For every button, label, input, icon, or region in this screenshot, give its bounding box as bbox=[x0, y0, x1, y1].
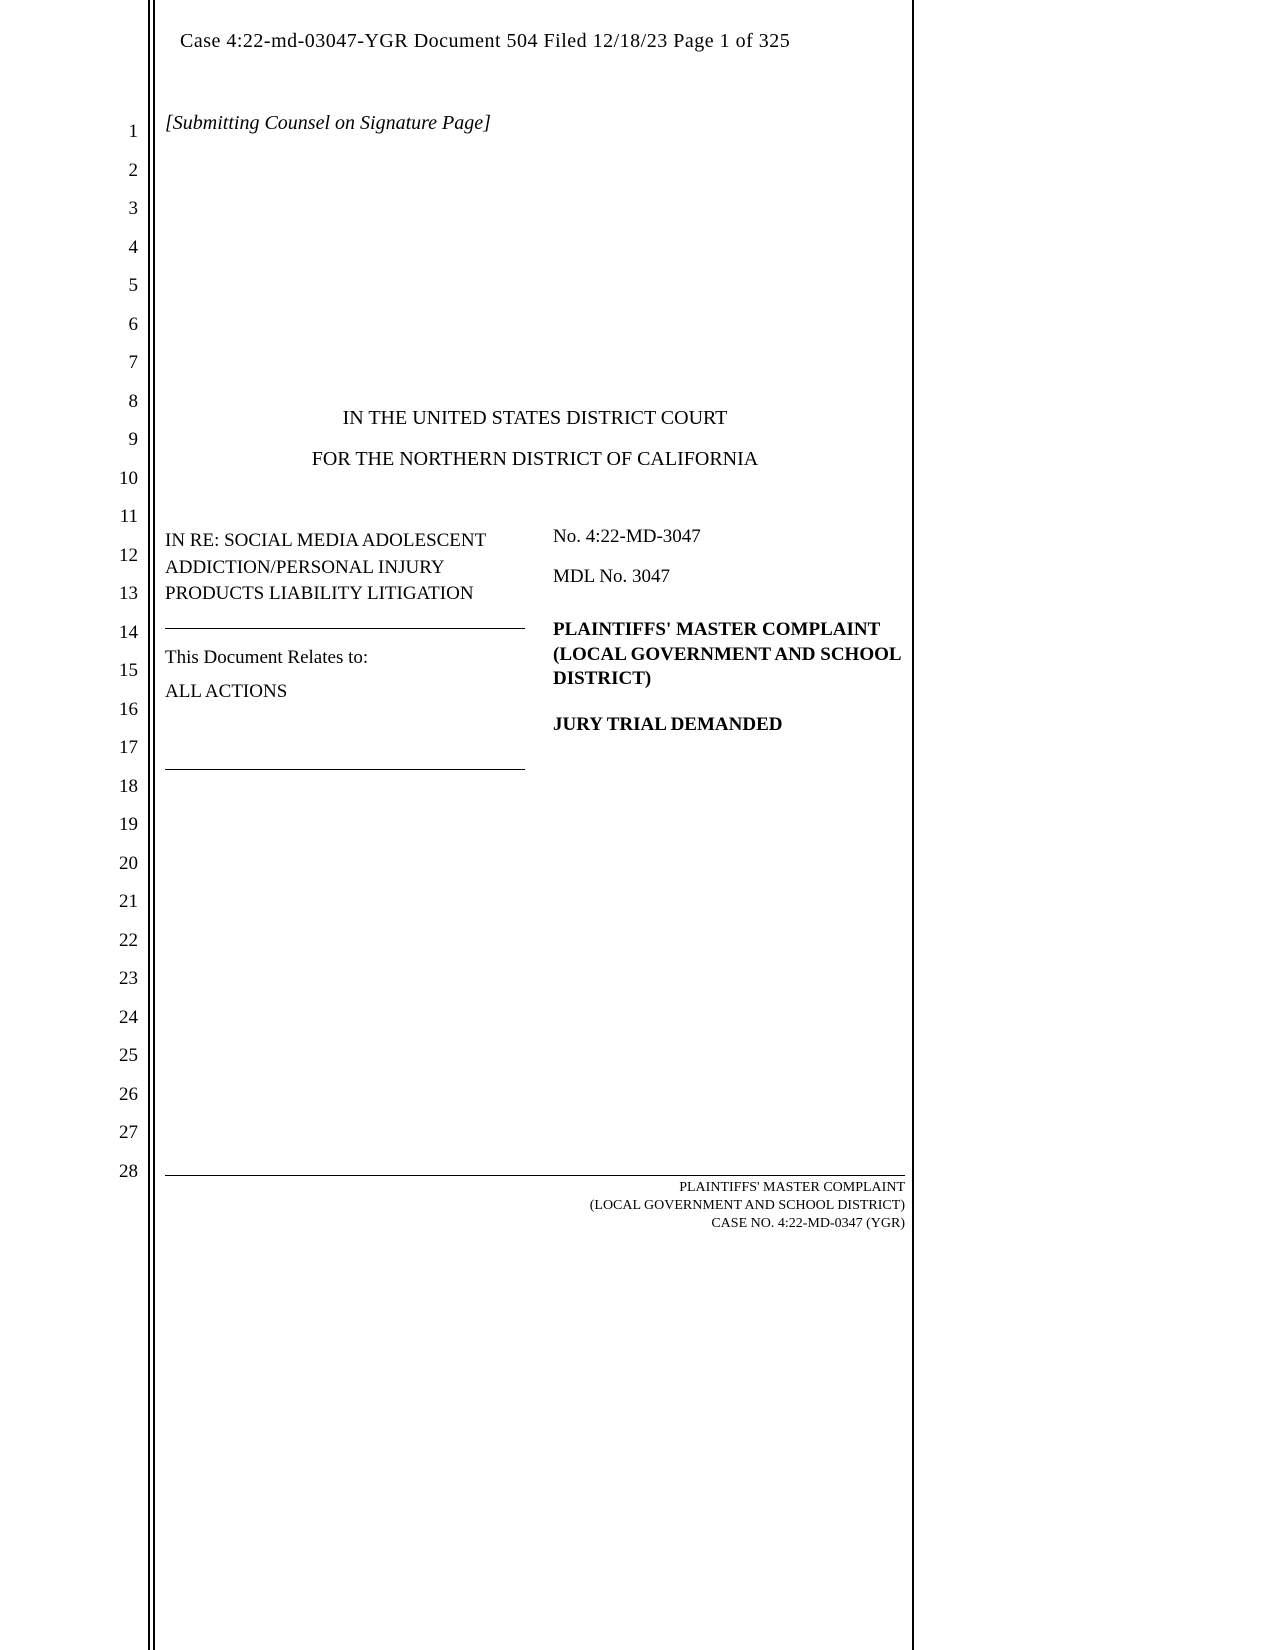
line-number: 4 bbox=[108, 229, 138, 268]
line-number: 11 bbox=[108, 498, 138, 537]
line-number: 21 bbox=[108, 883, 138, 922]
line-number: 15 bbox=[108, 652, 138, 691]
line-number: 27 bbox=[108, 1114, 138, 1153]
caption-left: IN RE: SOCIAL MEDIA ADOLESCENT ADDICTION… bbox=[165, 526, 535, 770]
line-number: 18 bbox=[108, 768, 138, 807]
line-number: 10 bbox=[108, 460, 138, 499]
relates-value: ALL ACTIONS bbox=[165, 675, 525, 709]
line-numbers: 1 2 3 4 5 6 7 8 9 10 11 12 13 14 15 16 1… bbox=[108, 113, 138, 1191]
line-number: 24 bbox=[108, 999, 138, 1038]
margin-line-right bbox=[912, 0, 914, 1650]
content-area: [Submitting Counsel on Signature Page] I… bbox=[165, 110, 905, 770]
line-number: 13 bbox=[108, 575, 138, 614]
line-number: 6 bbox=[108, 306, 138, 345]
footer: PLAINTIFFS' MASTER COMPLAINT (LOCAL GOVE… bbox=[165, 1175, 905, 1234]
line-number: 22 bbox=[108, 922, 138, 961]
line-number: 23 bbox=[108, 960, 138, 999]
court-line2: FOR THE NORTHERN DISTRICT OF CALIFORNIA bbox=[165, 448, 905, 471]
page: Case 4:22-md-03047-YGR Document 504 File… bbox=[0, 0, 1275, 1650]
mdl-no: MDL No. 3047 bbox=[553, 566, 905, 588]
complaint-title-line2: (LOCAL GOVERNMENT AND SCHOOL DISTRICT) bbox=[553, 643, 905, 692]
line-number: 5 bbox=[108, 267, 138, 306]
line-number: 19 bbox=[108, 806, 138, 845]
line-number: 17 bbox=[108, 729, 138, 768]
line-number: 28 bbox=[108, 1153, 138, 1192]
relates-box: This Document Relates to: ALL ACTIONS bbox=[165, 629, 525, 770]
court-line1: IN THE UNITED STATES DISTRICT COURT bbox=[165, 407, 905, 430]
line-number: 2 bbox=[108, 152, 138, 191]
line-number: 20 bbox=[108, 845, 138, 884]
line-number: 26 bbox=[108, 1076, 138, 1115]
line-number: 12 bbox=[108, 537, 138, 576]
caption-right: No. 4:22-MD-3047 MDL No. 3047 PLAINTIFFS… bbox=[535, 526, 905, 770]
footer-line3: CASE NO. 4:22-MD-0347 (YGR) bbox=[165, 1215, 905, 1233]
line-number: 7 bbox=[108, 344, 138, 383]
footer-line2: (LOCAL GOVERNMENT AND SCHOOL DISTRICT) bbox=[165, 1197, 905, 1215]
line-number: 1 bbox=[108, 113, 138, 152]
margin-line-outer bbox=[148, 0, 150, 1650]
line-number: 14 bbox=[108, 614, 138, 653]
jury-demand: JURY TRIAL DEMANDED bbox=[553, 714, 905, 736]
caption-table: IN RE: SOCIAL MEDIA ADOLESCENT ADDICTION… bbox=[165, 526, 905, 770]
line-number: 8 bbox=[108, 383, 138, 422]
footer-line1: PLAINTIFFS' MASTER COMPLAINT bbox=[165, 1179, 905, 1197]
line-number: 16 bbox=[108, 691, 138, 730]
line-number: 25 bbox=[108, 1037, 138, 1076]
complaint-title-line1: PLAINTIFFS' MASTER COMPLAINT bbox=[553, 618, 905, 643]
case-name: IN RE: SOCIAL MEDIA ADOLESCENT ADDICTION… bbox=[165, 526, 525, 629]
margin-line-inner bbox=[153, 0, 155, 1650]
relates-label: This Document Relates to: bbox=[165, 641, 525, 675]
counsel-note: [Submitting Counsel on Signature Page] bbox=[165, 112, 905, 135]
line-number: 3 bbox=[108, 190, 138, 229]
case-no: No. 4:22-MD-3047 bbox=[553, 526, 905, 548]
header-caption: Case 4:22-md-03047-YGR Document 504 File… bbox=[180, 30, 790, 53]
line-number: 9 bbox=[108, 421, 138, 460]
